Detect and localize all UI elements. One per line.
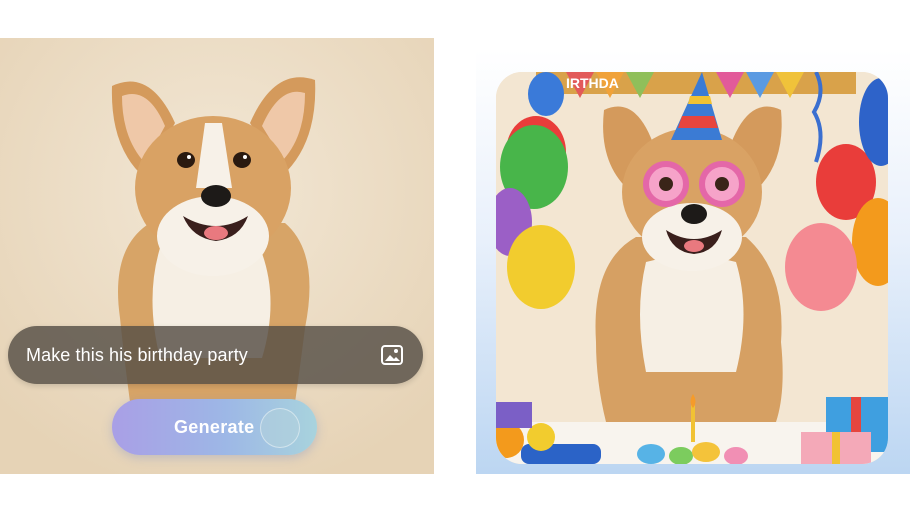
generate-button[interactable]: Generate	[112, 399, 317, 455]
corgi-birthday-party-photo: IRTHDA	[496, 72, 888, 464]
source-photo-panel: Make this his birthday party Generate	[0, 38, 434, 474]
generate-knob	[260, 408, 300, 448]
generate-label: Generate	[174, 417, 255, 437]
image-icon[interactable]	[381, 345, 403, 365]
prompt-input[interactable]: Make this his birthday party	[8, 326, 423, 384]
banner-text: IRTHDA	[566, 75, 619, 91]
prompt-text: Make this his birthday party	[26, 345, 248, 365]
